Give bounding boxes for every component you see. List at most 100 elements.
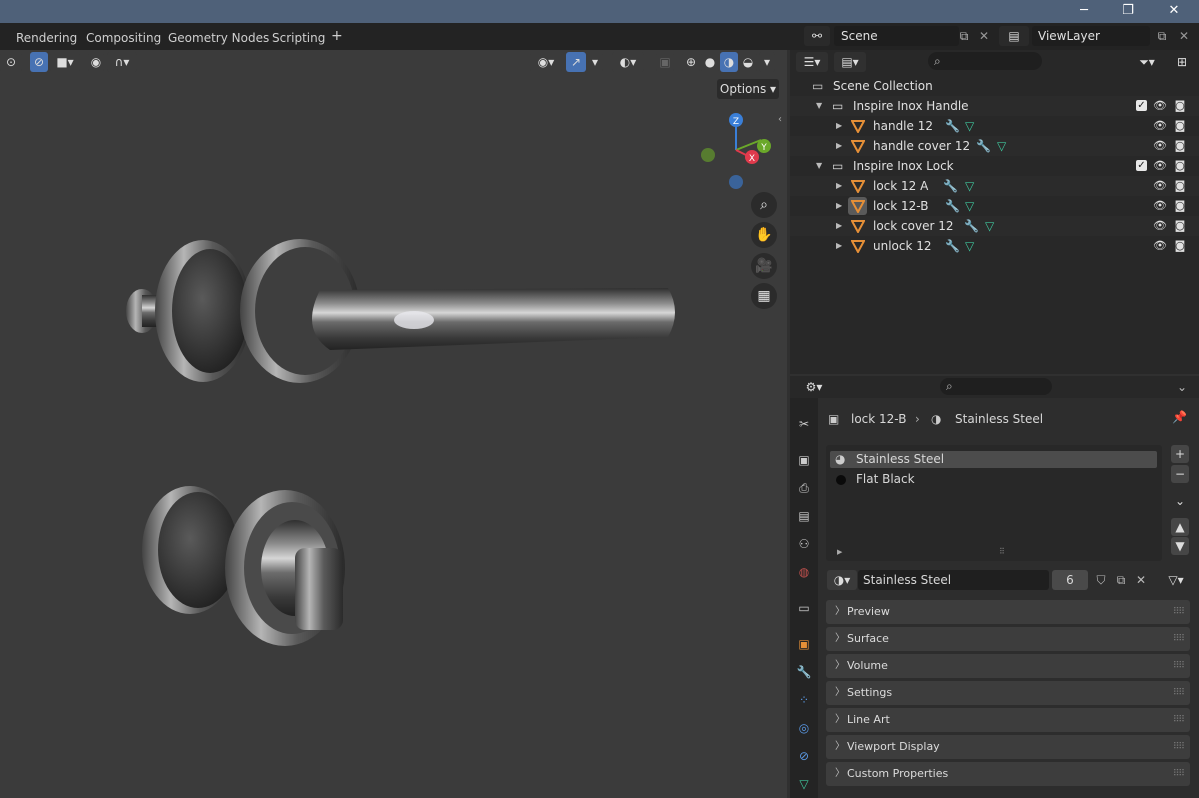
- sidebar-toggle-icon[interactable]: ‹: [778, 114, 782, 125]
- physics-tab-icon[interactable]: ◎: [796, 720, 812, 736]
- perspective-grid-icon[interactable]: ▦: [751, 283, 777, 309]
- rendered-shading-icon[interactable]: ◒: [739, 52, 757, 72]
- list-filter-arrow-icon[interactable]: ▶: [837, 548, 842, 556]
- visibility-eye-icon[interactable]: ◉▾: [530, 52, 562, 72]
- scene-name-field[interactable]: Scene: [834, 26, 959, 46]
- panel-surface[interactable]: 〉 Surface ⠿⠿: [826, 627, 1190, 651]
- object-row[interactable]: ▶ lock cover 12 🔧 ▽ 👁 ◙: [790, 216, 1199, 236]
- panel-settings[interactable]: 〉 Settings ⠿⠿: [826, 681, 1190, 705]
- options-dropdown[interactable]: Options ▾: [717, 79, 779, 99]
- wrench-modifier-icon[interactable]: 🔧: [943, 176, 958, 196]
- output-tab-icon[interactable]: ⎙: [796, 480, 812, 496]
- expand-arrow-icon[interactable]: ▶: [836, 116, 842, 136]
- drag-grip-icon[interactable]: ⠿⠿: [1173, 654, 1185, 678]
- mesh-data-icon[interactable]: ▽: [965, 236, 974, 256]
- expand-arrow-icon[interactable]: ▶: [836, 176, 842, 196]
- collection-tab-icon[interactable]: ▭: [796, 600, 812, 616]
- object-row[interactable]: ▶ unlock 12 🔧 ▽ 👁 ◙: [790, 236, 1199, 256]
- panel-preview[interactable]: 〉 Preview ⠿⠿: [826, 600, 1190, 624]
- mesh-data-icon[interactable]: ▽: [965, 116, 974, 136]
- mesh-data-icon[interactable]: ▽: [985, 216, 994, 236]
- panel-line-art[interactable]: 〉 Line Art ⠿⠿: [826, 708, 1190, 732]
- eye-icon[interactable]: 👁: [1152, 196, 1168, 216]
- move-slot-down-button[interactable]: ▼: [1171, 537, 1189, 555]
- mesh-data-tab-icon[interactable]: ▽: [796, 776, 812, 792]
- drag-grip-icon[interactable]: ⠿⠿: [1173, 600, 1185, 624]
- snap-toggle-icon[interactable]: ⊘: [30, 52, 48, 72]
- material-name-field[interactable]: Stainless Steel: [858, 570, 1049, 590]
- eye-icon[interactable]: 👁: [1152, 176, 1168, 196]
- render-camera-icon[interactable]: ◙: [1172, 176, 1188, 196]
- render-camera-icon[interactable]: ◙: [1172, 136, 1188, 156]
- wrench-modifier-icon[interactable]: 🔧: [945, 116, 960, 136]
- filter-view-icon[interactable]: ▤▾: [834, 52, 866, 72]
- wrench-modifier-icon[interactable]: 🔧: [976, 136, 991, 156]
- browse-material-button[interactable]: ◑▾: [827, 570, 857, 590]
- render-camera-icon[interactable]: ◙: [1172, 236, 1188, 256]
- minimize-button[interactable]: ─: [1061, 0, 1107, 23]
- properties-search-input[interactable]: ⌕: [940, 378, 1052, 395]
- shading-menu-icon[interactable]: ▾: [759, 52, 775, 72]
- outliner-search-input[interactable]: ⌕: [928, 52, 1042, 70]
- mesh-data-icon[interactable]: ▽: [997, 136, 1006, 156]
- panel-custom-properties[interactable]: 〉 Custom Properties ⠿⠿: [826, 762, 1190, 786]
- collapse-arrow-icon[interactable]: ▼: [816, 156, 822, 176]
- zoom-icon[interactable]: ⌕: [751, 192, 777, 218]
- unlink-material-icon[interactable]: ✕: [1132, 570, 1150, 590]
- expand-arrow-icon[interactable]: ▶: [836, 236, 842, 256]
- link-mode-dropdown-icon[interactable]: ▽▾: [1160, 570, 1192, 590]
- eye-icon[interactable]: 👁: [1152, 156, 1168, 176]
- exclude-checkbox[interactable]: ✓: [1136, 160, 1147, 171]
- remove-viewlayer-icon[interactable]: ✕: [1176, 26, 1192, 46]
- add-workspace-button[interactable]: +: [331, 28, 343, 44]
- viewlayer-browse-button[interactable]: ▤: [999, 26, 1029, 46]
- gizmo-menu-icon[interactable]: ▾: [587, 52, 603, 72]
- scene-collection-row[interactable]: ▭ Scene Collection: [790, 76, 1199, 96]
- object-row-active[interactable]: ▶ lock 12-B 🔧 ▽ 👁 ◙: [790, 196, 1199, 216]
- drag-grip-icon[interactable]: ⠿⠿: [1173, 627, 1185, 651]
- wrench-modifier-icon[interactable]: 🔧: [945, 236, 960, 256]
- expand-arrow-icon[interactable]: ▶: [836, 136, 842, 156]
- render-camera-icon[interactable]: ◙: [1172, 96, 1188, 116]
- wrench-modifier-icon[interactable]: 🔧: [945, 196, 960, 216]
- navigation-gizmo[interactable]: Z Y X: [696, 110, 776, 190]
- wrench-modifier-icon[interactable]: 🔧: [964, 216, 979, 236]
- material-shading-icon[interactable]: ◑: [720, 52, 738, 72]
- eye-icon[interactable]: 👁: [1152, 216, 1168, 236]
- snap-target-icon[interactable]: ■▾: [50, 52, 80, 72]
- wireframe-shading-icon[interactable]: ⊕: [682, 52, 700, 72]
- modifier-tab-icon[interactable]: 🔧: [796, 664, 812, 680]
- display-mode-icon[interactable]: ☰▾: [796, 52, 828, 72]
- drag-grip-icon[interactable]: ⠿⠿: [1173, 735, 1185, 759]
- expand-arrow-icon[interactable]: ▶: [836, 196, 842, 216]
- editor-type-icon[interactable]: ⚙▾: [798, 378, 830, 396]
- tab-compositing[interactable]: Compositing: [86, 31, 161, 45]
- resize-grip-icon[interactable]: ⠿: [999, 547, 1005, 556]
- tab-scripting[interactable]: Scripting: [272, 31, 325, 45]
- camera-view-icon[interactable]: 🎥: [751, 253, 777, 279]
- panel-volume[interactable]: 〉 Volume ⠿⠿: [826, 654, 1190, 678]
- slot-specials-chevron-icon[interactable]: ⌄: [1171, 492, 1189, 510]
- close-window-button[interactable]: ✕: [1151, 0, 1197, 23]
- render-camera-icon[interactable]: ◙: [1172, 196, 1188, 216]
- eye-icon[interactable]: 👁: [1152, 96, 1168, 116]
- solid-shading-icon[interactable]: ●: [701, 52, 719, 72]
- pin-icon[interactable]: 📌: [1172, 410, 1187, 424]
- new-collection-icon[interactable]: ⊞: [1172, 52, 1192, 72]
- object-tab-icon[interactable]: ▣: [796, 636, 812, 652]
- render-camera-icon[interactable]: ◙: [1172, 156, 1188, 176]
- panel-viewport-display[interactable]: 〉 Viewport Display ⠿⠿: [826, 735, 1190, 759]
- move-slot-up-button[interactable]: ▲: [1171, 518, 1189, 536]
- filter-funnel-icon[interactable]: ⏷▾: [1130, 52, 1164, 72]
- eye-icon[interactable]: 👁: [1152, 236, 1168, 256]
- add-slot-button[interactable]: +: [1171, 445, 1189, 463]
- proportional-edit-icon[interactable]: ◉: [88, 52, 104, 72]
- particles-tab-icon[interactable]: ⁘: [796, 692, 812, 708]
- overlays-icon[interactable]: ◐▾: [612, 52, 644, 72]
- falloff-curve-icon[interactable]: ∩▾: [107, 52, 137, 72]
- user-count-badge[interactable]: 6: [1052, 570, 1088, 590]
- tool-tab-icon[interactable]: ✂: [796, 416, 812, 432]
- options-chevron-icon[interactable]: ⌄: [1173, 378, 1191, 396]
- collapse-arrow-icon[interactable]: ▼: [816, 96, 822, 116]
- remove-slot-button[interactable]: −: [1171, 465, 1189, 483]
